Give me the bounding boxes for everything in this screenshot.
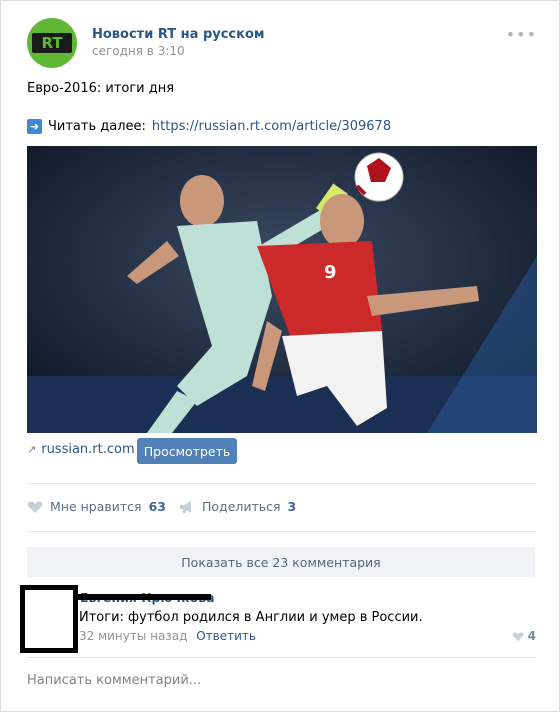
reply-link[interactable]: Ответить [196,629,256,643]
post-date[interactable]: сегодня в 3:10 [92,44,185,58]
external-link-icon: ↗ [27,443,37,456]
read-more-line: ➜ Читать далее: https://russian.rt.com/a… [27,119,391,134]
comment-input[interactable]: Написать комментарий... [27,673,201,688]
svg-text:9: 9 [324,262,337,283]
like-count: 63 [148,499,166,514]
group-avatar[interactable]: RT [27,18,77,68]
post-text: Евро-2016: итоги дня [27,81,175,96]
redaction-bar [78,594,211,600]
post-author[interactable]: Новости RT на русском [92,27,265,42]
read-more-link[interactable]: https://russian.rt.com/article/309678 [152,119,391,134]
post-photo[interactable]: 9 [27,146,537,433]
divider [27,531,535,532]
comment-avatar-redacted[interactable] [20,585,78,653]
share-button[interactable]: Поделиться 3 [179,499,296,514]
divider [27,483,535,484]
read-more-prefix: Читать далее: [48,119,146,134]
view-button[interactable]: Просмотреть [137,438,237,464]
comment-time[interactable]: 32 минуты назад [79,629,187,643]
megaphone-icon [180,500,191,513]
arrow-right-icon: ➜ [27,119,42,134]
divider [27,657,535,658]
source-domain: russian.rt.com [41,442,135,457]
share-count: 3 [287,499,297,514]
comment-text: Итоги: футбол родился в Англии и умер в … [79,610,423,625]
comment-meta: 32 минуты назад Ответить [79,629,256,643]
wall-post-card: RT Новости RT на русском сегодня в 3:10 … [0,0,560,712]
show-all-comments-button[interactable]: Показать все 23 комментария [27,547,535,577]
share-label: Поделиться [202,499,281,514]
heart-icon [27,501,43,513]
comment-like-button[interactable]: 4 [512,629,536,643]
rt-logo: RT [32,33,72,53]
comment-like-count: 4 [527,629,536,643]
football-photo-illustration: 9 [27,146,537,433]
like-label: Мне нравится [50,499,142,514]
link-source[interactable]: ↗ russian.rt.com [27,442,135,457]
heart-icon [512,631,524,641]
more-icon[interactable]: ••• [506,25,537,44]
like-button[interactable]: Мне нравится 63 [27,499,166,514]
